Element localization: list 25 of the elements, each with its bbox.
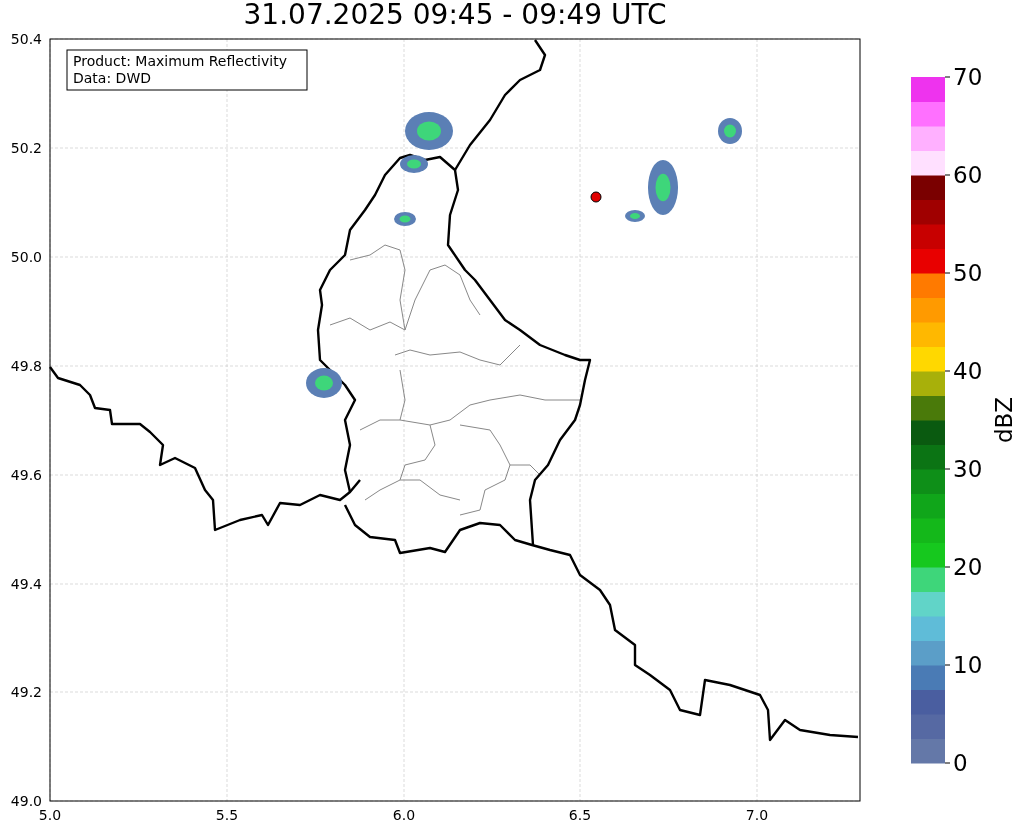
- colorbar-tick-label: 40: [953, 358, 983, 384]
- colorbar-tick-label: 20: [953, 554, 983, 580]
- colorbar-label: dBZ: [991, 396, 1017, 444]
- colorbar-tick-label: 60: [953, 162, 983, 188]
- x-tick-label: 6.5: [568, 807, 592, 823]
- y-tick-label: 49.0: [10, 793, 42, 809]
- x-tick-label: 5.0: [38, 807, 62, 823]
- colorbar-tick-label: 10: [953, 652, 983, 678]
- y-tick-label: 49.6: [10, 467, 42, 483]
- colorbar-tick-label: 70: [953, 64, 983, 90]
- colorbar-tick-label: 0: [953, 750, 968, 776]
- y-tick-label: 50.0: [10, 249, 42, 265]
- legend-text: Data: DWD: [73, 70, 151, 86]
- y-tick-label: 49.8: [10, 358, 42, 374]
- y-tick-label: 49.2: [10, 684, 42, 700]
- legend-text: Product: Maximum Reflectivity: [73, 53, 287, 69]
- colorbar-tick-label: 30: [953, 456, 983, 482]
- x-tick-label: 5.5: [215, 807, 239, 823]
- x-tick-label: 7.0: [745, 807, 769, 823]
- y-tick-label: 50.4: [10, 31, 42, 47]
- colorbar-tick-label: 50: [953, 260, 983, 286]
- chart-title: 31.07.2025 09:45 - 09:49 UTC: [243, 0, 667, 30]
- x-tick-label: 6.0: [392, 807, 416, 823]
- y-tick-label: 49.4: [10, 576, 42, 592]
- y-tick-label: 50.2: [10, 140, 42, 156]
